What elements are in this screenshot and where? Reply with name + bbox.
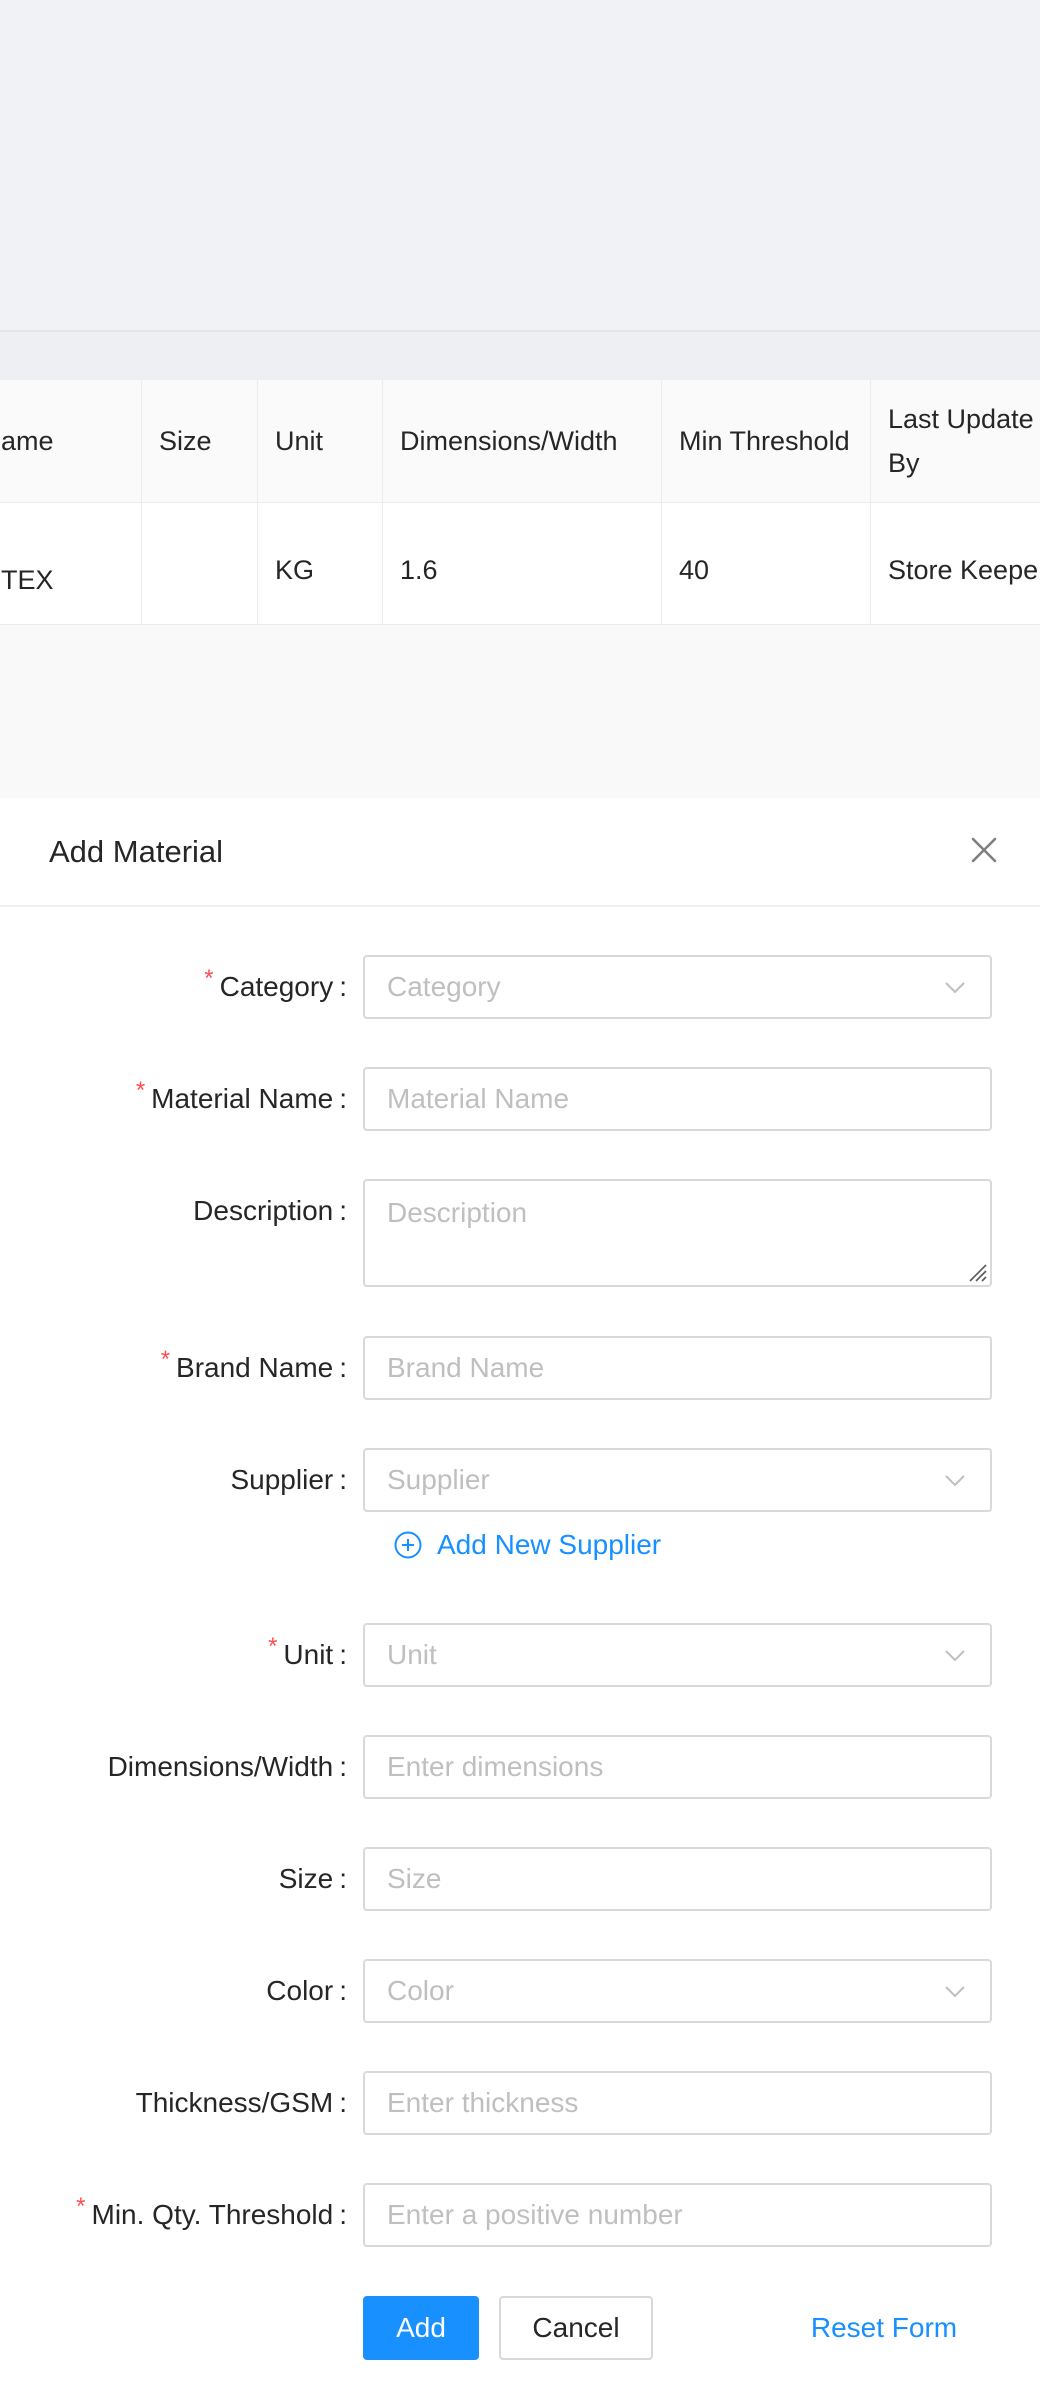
- cell-unit: KG: [258, 503, 383, 624]
- form-row-dimensions: Dimensions/Width :: [0, 1735, 1040, 1799]
- form-row-material-name: * Material Name :: [0, 1067, 1040, 1131]
- thickness-input[interactable]: [365, 2073, 990, 2133]
- description-field-wrap: [363, 1179, 992, 1287]
- form-row-thickness: Thickness/GSM :: [0, 2071, 1040, 2135]
- col-header-name[interactable]: ame: [0, 380, 142, 502]
- description-label: Description :: [193, 1195, 347, 1226]
- material-name-input[interactable]: [365, 1069, 990, 1129]
- chevron-down-icon: [945, 1650, 965, 1662]
- dimensions-input[interactable]: [365, 1737, 990, 1797]
- chevron-down-icon: [945, 982, 965, 994]
- unit-select[interactable]: Unit: [363, 1623, 992, 1687]
- min-qty-input[interactable]: [365, 2185, 990, 2245]
- form-row-description: Description :: [0, 1179, 1040, 1287]
- min-qty-label: * Min. Qty. Threshold :: [76, 2193, 347, 2230]
- color-label: Color :: [266, 1975, 347, 2006]
- add-material-drawer: Add Material * Category : Category * Mat…: [0, 798, 1040, 2402]
- cell-size: [142, 503, 258, 624]
- dimensions-field-wrap: [363, 1735, 992, 1799]
- brand-name-label: * Brand Name :: [160, 1346, 347, 1383]
- chevron-down-icon: [945, 1986, 965, 1998]
- plus-circle-icon: [394, 1531, 422, 1559]
- material-name-label: * Material Name :: [135, 1077, 347, 1114]
- form-row-category: * Category : Category: [0, 955, 1040, 1019]
- add-new-supplier-label: Add New Supplier: [437, 1529, 662, 1560]
- category-placeholder: Category: [387, 971, 501, 1002]
- form-row-color: Color : Color: [0, 1959, 1040, 2023]
- col-header-dimensions[interactable]: Dimensions/Width: [383, 380, 662, 502]
- reset-form-button[interactable]: Reset Form: [790, 2296, 978, 2360]
- size-input[interactable]: [365, 1849, 990, 1909]
- min-qty-field-wrap: [363, 2183, 992, 2247]
- description-textarea[interactable]: [365, 1181, 990, 1285]
- page-background: [0, 0, 1040, 330]
- cancel-button[interactable]: Cancel: [499, 2296, 653, 2360]
- col-header-min-threshold[interactable]: Min Threshold: [662, 380, 871, 502]
- form-row-unit: * Unit : Unit: [0, 1623, 1040, 1687]
- cell-dimensions: 1.6: [383, 503, 662, 624]
- color-placeholder: Color: [387, 1975, 454, 2006]
- cell-min-threshold: 40: [662, 503, 871, 624]
- form-row-size: Size :: [0, 1847, 1040, 1911]
- form-row-min-qty: * Min. Qty. Threshold :: [0, 2183, 1040, 2247]
- thickness-field-wrap: [363, 2071, 992, 2135]
- chevron-down-icon: [945, 1475, 965, 1487]
- supplier-select[interactable]: Supplier: [363, 1448, 992, 1512]
- drawer-title: Add Material: [49, 834, 224, 869]
- table-body-empty-area: [0, 625, 1040, 798]
- cell-name: TEX: [0, 503, 142, 624]
- thickness-label: Thickness/GSM :: [135, 2087, 347, 2118]
- add-new-supplier-link[interactable]: Add New Supplier: [393, 1525, 661, 1565]
- close-icon: [971, 837, 997, 863]
- category-label: * Category :: [204, 965, 347, 1002]
- unit-label: * Unit :: [268, 1633, 347, 1670]
- form-row-brand-name: * Brand Name :: [0, 1336, 1040, 1400]
- table-row[interactable]: TEX KG 1.6 40 Store Keepe: [0, 503, 1040, 625]
- close-button[interactable]: [962, 828, 1006, 872]
- size-label: Size :: [278, 1863, 347, 1894]
- material-name-field-wrap: [363, 1067, 992, 1131]
- unit-placeholder: Unit: [387, 1639, 437, 1670]
- dimensions-label: Dimensions/Width :: [107, 1751, 347, 1782]
- brand-name-field-wrap: [363, 1336, 992, 1400]
- drawer-header: Add Material: [0, 798, 1040, 907]
- table-header-row: ame Size Unit Dimensions/Width Min Thres…: [0, 380, 1040, 503]
- resize-handle-icon[interactable]: [962, 1257, 988, 1283]
- col-header-size[interactable]: Size: [142, 380, 258, 502]
- supplier-label: Supplier :: [230, 1464, 347, 1495]
- size-field-wrap: [363, 1847, 992, 1911]
- table-toolbar-strip: [0, 332, 1040, 380]
- form-row-supplier: Supplier : Supplier: [0, 1448, 1040, 1512]
- category-select[interactable]: Category: [363, 955, 992, 1019]
- col-header-unit[interactable]: Unit: [258, 380, 383, 502]
- cell-last-updated-by: Store Keepe: [888, 555, 1039, 585]
- brand-name-input[interactable]: [365, 1338, 990, 1398]
- col-header-last-updated-by[interactable]: Last Update By: [871, 380, 1040, 502]
- add-button[interactable]: Add: [363, 2296, 479, 2360]
- supplier-placeholder: Supplier: [387, 1464, 490, 1495]
- color-select[interactable]: Color: [363, 1959, 992, 2023]
